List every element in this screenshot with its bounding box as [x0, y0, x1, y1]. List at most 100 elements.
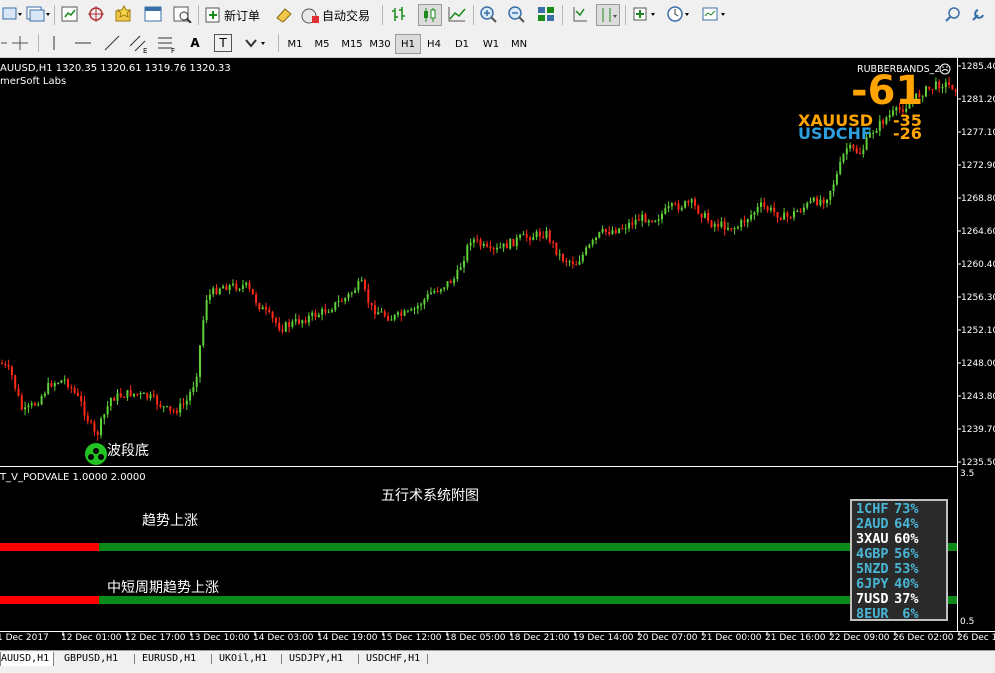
- channel-icon[interactable]: E: [128, 34, 150, 54]
- candle-body: [327, 311, 330, 313]
- price-chart[interactable]: 1285.40 1281.20 1277.10 1272.90 1268.80 1264.…: [0, 58, 995, 650]
- candle-body: [585, 247, 588, 255]
- horizontal-line-icon[interactable]: [73, 34, 93, 52]
- candle-body: [420, 304, 423, 306]
- fibonacci-icon[interactable]: F: [156, 34, 178, 54]
- candle-body: [776, 212, 779, 218]
- candle-body: [238, 289, 241, 290]
- candle-body: [938, 81, 941, 89]
- tf-m30[interactable]: M30: [366, 34, 394, 54]
- candle-body: [611, 230, 614, 234]
- text-icon[interactable]: A: [186, 34, 204, 52]
- candle-body: [535, 231, 538, 237]
- settings-icon[interactable]: [970, 6, 990, 24]
- tf-h1[interactable]: H1: [395, 34, 421, 54]
- candle-body: [251, 288, 254, 295]
- text-label-icon[interactable]: T: [214, 34, 232, 52]
- candle-body: [298, 319, 300, 324]
- time-tick-label: 26 Dec 18:00: [957, 633, 995, 643]
- tf-m15[interactable]: M15: [338, 34, 366, 54]
- candle-body: [37, 404, 40, 406]
- periods-icon[interactable]: [666, 5, 694, 23]
- chart-shift-icon[interactable]: [569, 5, 589, 23]
- candle-body: [344, 298, 347, 302]
- candle-body: [598, 232, 601, 238]
- pair2-name: USDCHF: [798, 124, 872, 143]
- candle-body: [377, 312, 380, 315]
- candle-body: [383, 311, 386, 316]
- line-chart-icon[interactable]: [447, 5, 467, 23]
- tab-usdjpy[interactable]: USDJPY,H1: [289, 652, 343, 666]
- tf-m5[interactable]: M5: [309, 34, 335, 54]
- candle-body: [509, 239, 512, 249]
- candlestick-icon[interactable]: [418, 4, 442, 26]
- trend-bar-2-green: [99, 596, 957, 604]
- new-order-button[interactable]: 新订单: [204, 5, 260, 25]
- indicators-icon[interactable]: [632, 5, 660, 23]
- crosshair-icon[interactable]: [10, 34, 30, 52]
- candle-body: [139, 393, 142, 395]
- zoom-in-icon[interactable]: [479, 5, 499, 23]
- candle-body: [436, 291, 439, 292]
- candle-body: [786, 212, 789, 217]
- candle-body: [529, 237, 531, 241]
- trendline-icon[interactable]: [102, 34, 122, 52]
- candle-body: [476, 239, 479, 241]
- bar-chart-icon[interactable]: [389, 5, 409, 23]
- tab-xauusd[interactable]: AUUSD,H1: [0, 652, 54, 667]
- auto-scroll-icon[interactable]: [596, 4, 620, 26]
- tf-d1[interactable]: D1: [449, 34, 475, 54]
- data-window-icon[interactable]: [143, 5, 163, 23]
- tab-gbpusd[interactable]: GBPUSD,H1: [64, 652, 118, 666]
- chart-window[interactable]: 1285.40 1281.20 1277.10 1272.90 1268.80 1264.…: [0, 58, 995, 650]
- arrows-icon[interactable]: [243, 34, 271, 52]
- candle-body: [793, 211, 795, 218]
- strength-row: 2 AUD 64%: [856, 516, 919, 532]
- candle-body: [604, 229, 607, 232]
- candle-body: [779, 217, 782, 220]
- favorites-icon[interactable]: [114, 5, 134, 23]
- trend-bar-1-green: [99, 543, 957, 551]
- chart-new-icon[interactable]: [2, 5, 24, 23]
- candle-body: [802, 207, 805, 212]
- tf-w1[interactable]: W1: [478, 34, 504, 54]
- candle-body: [697, 205, 700, 214]
- candle-body: [954, 89, 957, 92]
- navigator-icon[interactable]: [86, 5, 106, 23]
- auto-trading-button[interactable]: 自动交易: [300, 5, 370, 25]
- time-tick-label: 14 Dec 03:00: [253, 633, 314, 643]
- candle-body: [499, 247, 502, 249]
- metaeditor-icon[interactable]: [274, 5, 294, 23]
- search-icon[interactable]: [944, 6, 962, 24]
- price-tick-label: 1248.00: [961, 359, 995, 369]
- price-tick-label: 1235.50: [961, 458, 995, 468]
- price-tick-label: 1260.40: [961, 260, 995, 270]
- candle-body: [116, 393, 119, 401]
- indicator-tick-low: 0.5: [960, 617, 974, 627]
- tab-eurusd[interactable]: EURUSD,H1: [142, 652, 196, 666]
- zoom-out-icon[interactable]: [507, 5, 527, 23]
- candle-body: [357, 281, 360, 291]
- templates-icon[interactable]: [701, 5, 729, 23]
- market-watch-icon[interactable]: [60, 5, 80, 23]
- profile-icon[interactable]: [26, 5, 52, 23]
- tab-usdchf[interactable]: USDCHF,H1: [366, 652, 420, 666]
- candle-body: [113, 398, 116, 401]
- terminal-icon[interactable]: [172, 5, 192, 23]
- candle-body: [443, 287, 446, 290]
- candle-body: [4, 363, 7, 365]
- candle-body: [578, 261, 581, 265]
- tab-ukoil[interactable]: UKOil,H1: [219, 652, 267, 666]
- candle-body: [311, 312, 314, 316]
- candle-body: [129, 390, 132, 396]
- tf-mn[interactable]: MN: [506, 34, 532, 54]
- price-tick-label: 1239.70: [961, 425, 995, 435]
- tile-windows-icon[interactable]: [536, 5, 556, 23]
- tf-h4[interactable]: H4: [421, 34, 447, 54]
- vertical-line-icon[interactable]: [46, 34, 62, 52]
- cursor-icon[interactable]: [0, 34, 8, 52]
- candle-body: [390, 319, 393, 321]
- candle-body: [14, 375, 17, 389]
- chart-area[interactable]: [0, 58, 958, 650]
- tf-m1[interactable]: M1: [282, 34, 308, 54]
